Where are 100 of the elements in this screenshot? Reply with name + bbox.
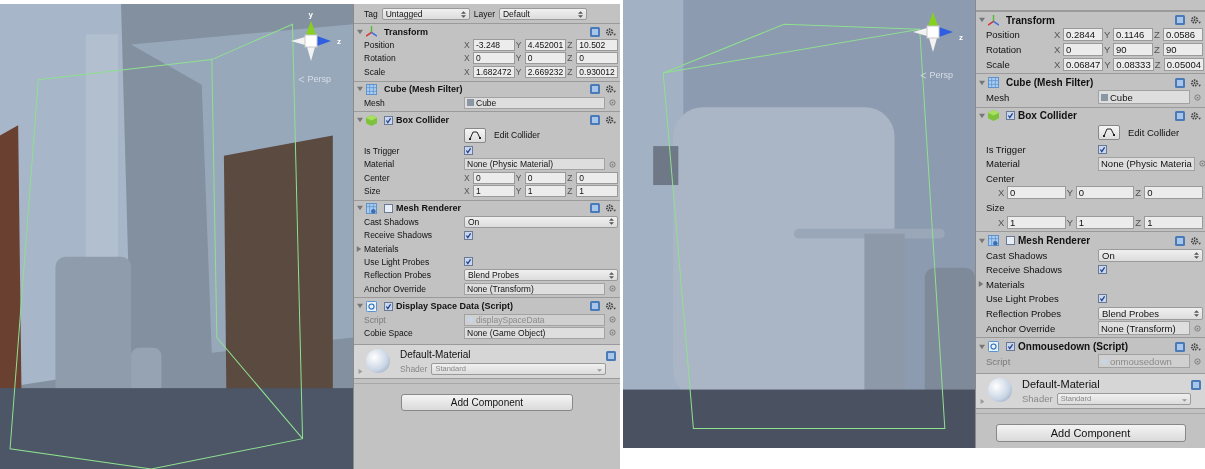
number-field[interactable]: 0 xyxy=(1007,186,1066,200)
checkbox[interactable] xyxy=(1098,294,1107,304)
help-icon[interactable] xyxy=(1191,379,1201,390)
object-field[interactable]: None (Transform) xyxy=(1098,321,1190,336)
number-field[interactable]: 1 xyxy=(524,185,567,197)
number-field[interactable]: 2.669232 xyxy=(524,65,567,78)
checkbox[interactable] xyxy=(464,230,473,240)
number-field[interactable]: 1.682472 xyxy=(473,65,515,78)
help-icon[interactable] xyxy=(1175,77,1185,88)
checkbox[interactable] xyxy=(464,257,473,267)
number-field[interactable]: 1 xyxy=(576,185,618,197)
foldout-label[interactable]: Materials xyxy=(986,278,1025,290)
number-field[interactable]: 0.05004 xyxy=(1163,57,1205,71)
dropdown[interactable]: Blend Probes xyxy=(464,269,618,282)
help-icon[interactable] xyxy=(590,84,600,95)
number-field[interactable]: 10.502 xyxy=(576,39,618,52)
number-field[interactable]: 0 xyxy=(576,171,618,184)
collapsed-arrow-icon[interactable] xyxy=(980,398,985,404)
number-field[interactable]: 0 xyxy=(473,171,515,184)
number-field[interactable]: 1 xyxy=(1075,215,1135,229)
object-field[interactable]: None (Physic Materia xyxy=(1098,156,1195,171)
expanded-arrow-icon[interactable] xyxy=(357,303,363,310)
enable-checkbox[interactable] xyxy=(384,301,393,311)
number-field[interactable]: 0 xyxy=(524,171,567,184)
collapsed-arrow-icon[interactable] xyxy=(356,245,362,252)
help-icon[interactable] xyxy=(1175,15,1185,26)
object-field[interactable]: Cube xyxy=(464,96,605,109)
collapsed-arrow-icon[interactable] xyxy=(978,281,984,288)
enable-checkbox[interactable] xyxy=(1006,236,1015,246)
enable-checkbox[interactable] xyxy=(384,203,393,213)
number-field[interactable]: 0 xyxy=(1075,186,1135,200)
number-field[interactable]: 0 xyxy=(524,52,567,65)
settings-icon[interactable] xyxy=(1190,235,1201,246)
enable-checkbox[interactable] xyxy=(384,115,393,125)
number-field[interactable]: 0.0586 xyxy=(1163,28,1203,42)
number-field[interactable]: 0.08333 xyxy=(1113,57,1154,71)
object-field[interactable]: None (Game Object) xyxy=(464,326,605,339)
dropdown[interactable]: On xyxy=(1098,248,1203,262)
number-field[interactable]: 0.1146 xyxy=(1113,28,1153,42)
expanded-arrow-icon[interactable] xyxy=(979,17,985,24)
help-icon[interactable] xyxy=(1175,110,1185,121)
help-icon[interactable] xyxy=(590,115,600,126)
edit-collider-button[interactable] xyxy=(1098,124,1120,140)
help-icon[interactable] xyxy=(1175,341,1185,352)
add-component-button[interactable]: Add Component xyxy=(401,393,573,411)
settings-icon[interactable] xyxy=(605,203,616,214)
help-icon[interactable] xyxy=(1175,235,1185,246)
object-picker-icon[interactable] xyxy=(1194,93,1201,101)
dropdown[interactable]: Blend Probes xyxy=(1098,307,1203,321)
object-field[interactable]: None (Transform) xyxy=(464,282,605,295)
number-field[interactable]: -3.248 xyxy=(473,39,515,52)
number-field[interactable]: 1 xyxy=(473,185,515,197)
checkbox[interactable] xyxy=(1098,265,1107,275)
number-field[interactable]: 0 xyxy=(1063,43,1103,56)
enable-checkbox[interactable] xyxy=(1006,342,1015,352)
help-icon[interactable] xyxy=(590,301,600,312)
add-component-button[interactable]: Add Component xyxy=(995,423,1186,442)
settings-icon[interactable] xyxy=(605,26,616,37)
number-field[interactable]: 0.2844 xyxy=(1063,28,1103,42)
number-field[interactable]: 0.06847 xyxy=(1063,57,1104,71)
settings-icon[interactable] xyxy=(1190,341,1201,352)
foldout-label[interactable]: Materials xyxy=(364,243,399,254)
number-field[interactable]: 1 xyxy=(1007,215,1066,229)
number-field[interactable]: 0 xyxy=(576,52,618,65)
settings-icon[interactable] xyxy=(1190,110,1201,121)
settings-icon[interactable] xyxy=(605,115,616,126)
number-field[interactable]: 90 xyxy=(1163,43,1203,56)
expanded-arrow-icon[interactable] xyxy=(979,112,985,119)
layer-dropdown[interactable]: Default xyxy=(499,8,587,20)
number-field[interactable]: 0.930012 xyxy=(576,65,618,78)
help-icon[interactable] xyxy=(590,26,600,37)
tag-dropdown[interactable]: Untagged xyxy=(381,8,470,20)
settings-icon[interactable] xyxy=(605,301,616,312)
checkbox[interactable] xyxy=(1098,144,1107,154)
object-picker-icon[interactable] xyxy=(609,160,616,168)
help-icon[interactable] xyxy=(590,203,600,214)
edit-collider-button[interactable] xyxy=(464,127,486,143)
number-field[interactable]: 90 xyxy=(1113,43,1153,56)
settings-icon[interactable] xyxy=(1190,15,1201,26)
expanded-arrow-icon[interactable] xyxy=(979,343,985,350)
collapsed-arrow-icon[interactable] xyxy=(358,368,363,374)
settings-icon[interactable] xyxy=(605,84,616,95)
help-icon[interactable] xyxy=(606,350,616,361)
expanded-arrow-icon[interactable] xyxy=(979,237,985,244)
number-field[interactable]: 4.452001 xyxy=(524,39,567,52)
checkbox[interactable] xyxy=(464,146,473,156)
number-field[interactable]: 0 xyxy=(473,52,515,65)
expanded-arrow-icon[interactable] xyxy=(357,205,363,212)
object-picker-icon[interactable] xyxy=(1194,324,1201,332)
settings-icon[interactable] xyxy=(1190,77,1201,88)
object-picker-icon[interactable] xyxy=(609,99,616,107)
object-field[interactable]: None (Physic Material) xyxy=(464,158,605,171)
expanded-arrow-icon[interactable] xyxy=(979,79,985,86)
object-picker-icon[interactable] xyxy=(609,285,616,293)
enable-checkbox[interactable] xyxy=(1006,111,1015,121)
expanded-arrow-icon[interactable] xyxy=(357,86,363,93)
dropdown[interactable]: On xyxy=(464,215,618,228)
object-field[interactable]: Cube xyxy=(1098,90,1190,105)
expanded-arrow-icon[interactable] xyxy=(357,28,363,35)
object-picker-icon[interactable] xyxy=(1198,160,1205,168)
